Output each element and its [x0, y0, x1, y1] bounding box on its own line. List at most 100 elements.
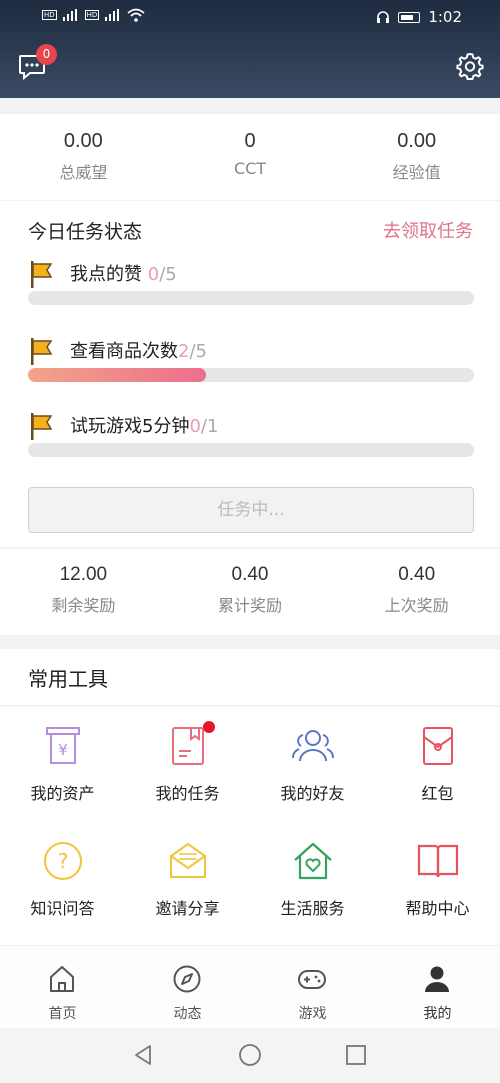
tasks-title: 今日任务状态 [28, 221, 143, 243]
question-icon: ? [44, 842, 82, 880]
task-name: 我点的赞 [70, 264, 148, 285]
status-bar: HD HD 1:02 [0, 0, 500, 36]
battery-icon [398, 11, 421, 23]
tool-label: 邀请分享 [155, 899, 220, 918]
tool-help-center[interactable]: 帮助中心 [375, 822, 500, 932]
account-stats: 0.00 总威望 0 CCT 0.00 经验值 [0, 114, 500, 200]
stat-prestige: 0.00 总威望 [0, 114, 167, 200]
task-total-count: /5 [189, 341, 207, 362]
reward-label: 累计奖励 [218, 596, 283, 615]
open-book-icon [417, 844, 459, 878]
tab-feed[interactable]: 动态 [125, 946, 250, 1029]
reward-last: 0.40 上次奖励 [333, 549, 500, 635]
svg-text:¥: ¥ [58, 741, 68, 759]
reward-total: 0.40 累计奖励 [167, 549, 334, 635]
stat-value: 0.00 [63, 130, 103, 152]
task-progress-bar [28, 368, 474, 382]
claim-tasks-link[interactable]: 去领取任务 [383, 217, 473, 243]
task-item: 试玩游戏5分钟0/1 [28, 412, 474, 472]
tool-life-service[interactable]: 生活服务 [250, 822, 375, 932]
message-badge: 0 [36, 44, 57, 65]
task-progress-fill [28, 368, 207, 382]
tool-label: 生活服务 [280, 899, 345, 918]
hd-badge-2: HD [84, 10, 100, 20]
friends-icon [292, 730, 334, 762]
tools-grid: ¥ 我的资产 我的任务 我的好友 红包 ? 知识问答 邀请分享 生活服务 帮助中… [0, 707, 500, 945]
system-nav-bar [0, 1028, 500, 1083]
stat-label: 经验值 [392, 163, 441, 182]
back-icon[interactable] [131, 1043, 155, 1067]
task-name: 查看商品次数 [70, 341, 178, 362]
task-book-icon [172, 727, 204, 765]
tool-knowledge-qa[interactable]: ? 知识问答 [0, 822, 125, 932]
svg-text:?: ? [58, 849, 69, 873]
task-done-count: 0 [147, 264, 160, 285]
tool-label: 知识问答 [30, 899, 95, 918]
reward-remaining: 12.00 剩余奖励 [0, 549, 167, 635]
flag-icon [31, 261, 53, 288]
tab-games[interactable]: 游戏 [250, 946, 375, 1029]
task-name-wrap: 试玩游戏5分钟0/1 [70, 412, 218, 438]
envelope-icon [170, 843, 206, 878]
compass-icon [173, 965, 201, 993]
tool-red-packet[interactable]: 红包 [375, 707, 500, 817]
task-done-count: 2 [178, 341, 190, 362]
home-circle-icon[interactable] [238, 1043, 262, 1067]
home-icon [50, 966, 74, 992]
daily-tasks-card: 今日任务状态 去领取任务 我点的赞 0/5 查看商品次数2/5 试玩游戏5分钟0… [0, 201, 500, 547]
wifi-icon [127, 8, 145, 22]
reward-value: 0.40 [398, 564, 436, 585]
stat-label: CCT [233, 159, 267, 178]
headset-icon [377, 11, 390, 23]
home-heart-icon [294, 842, 332, 880]
tool-label: 我的资产 [30, 784, 95, 803]
tab-home[interactable]: 首页 [0, 946, 125, 1029]
app-header: HD HD 1:02 0 [0, 0, 500, 98]
reward-label: 上次奖励 [384, 596, 449, 615]
tool-label: 帮助中心 [405, 899, 470, 918]
stat-cct: 0 CCT [167, 114, 334, 200]
task-item: 查看商品次数2/5 [28, 337, 474, 397]
task-item: 我点的赞 0/5 [28, 260, 474, 320]
task-name: 试玩游戏5分钟 [70, 416, 190, 437]
task-done-count: 0 [189, 416, 201, 437]
task-status-button[interactable]: 任务中... [28, 487, 474, 533]
bottom-tab-bar: 首页 动态 游戏 我的 [0, 945, 500, 1028]
flag-icon [31, 413, 53, 440]
tool-my-assets[interactable]: ¥ 我的资产 [0, 707, 125, 817]
tab-profile[interactable]: 我的 [375, 946, 500, 1029]
status-right: 1:02 [376, 8, 462, 26]
tools-title: 常用工具 [28, 667, 108, 691]
stat-label: 总威望 [59, 163, 108, 182]
profile-icon [425, 966, 449, 992]
status-time: 1:02 [428, 8, 462, 26]
hd-badge: HD [42, 10, 57, 20]
task-total-count: /1 [200, 416, 219, 437]
tool-invite-share[interactable]: 邀请分享 [125, 822, 250, 932]
reward-value: 12.00 [59, 564, 108, 585]
task-progress-bar [28, 291, 474, 305]
tab-label: 我的 [423, 1006, 452, 1022]
tool-my-tasks[interactable]: 我的任务 [125, 707, 250, 817]
gamepad-icon [298, 970, 326, 989]
stat-value: 0 [244, 130, 256, 152]
stat-value: 0.00 [397, 130, 437, 152]
status-left: HD HD [42, 8, 145, 22]
assets-icon: ¥ [46, 727, 80, 764]
notification-dot [203, 721, 215, 733]
signal-icon-2 [105, 9, 121, 21]
recents-icon[interactable] [344, 1043, 368, 1067]
tool-my-friends[interactable]: 我的好友 [250, 707, 375, 817]
task-name-wrap: 我点的赞 0/5 [70, 260, 177, 286]
task-name-wrap: 查看商品次数2/5 [70, 337, 207, 363]
red-packet-icon [423, 727, 453, 765]
tool-label: 我的任务 [155, 784, 220, 803]
reward-value: 0.40 [231, 564, 269, 585]
task-total-count: /5 [159, 264, 177, 285]
task-progress-bar [28, 443, 474, 457]
tool-label: 我的好友 [280, 784, 345, 803]
gear-icon[interactable] [456, 52, 484, 80]
stat-experience: 0.00 经验值 [333, 114, 500, 200]
reward-label: 剩余奖励 [51, 596, 116, 615]
tab-label: 游戏 [298, 1006, 327, 1022]
